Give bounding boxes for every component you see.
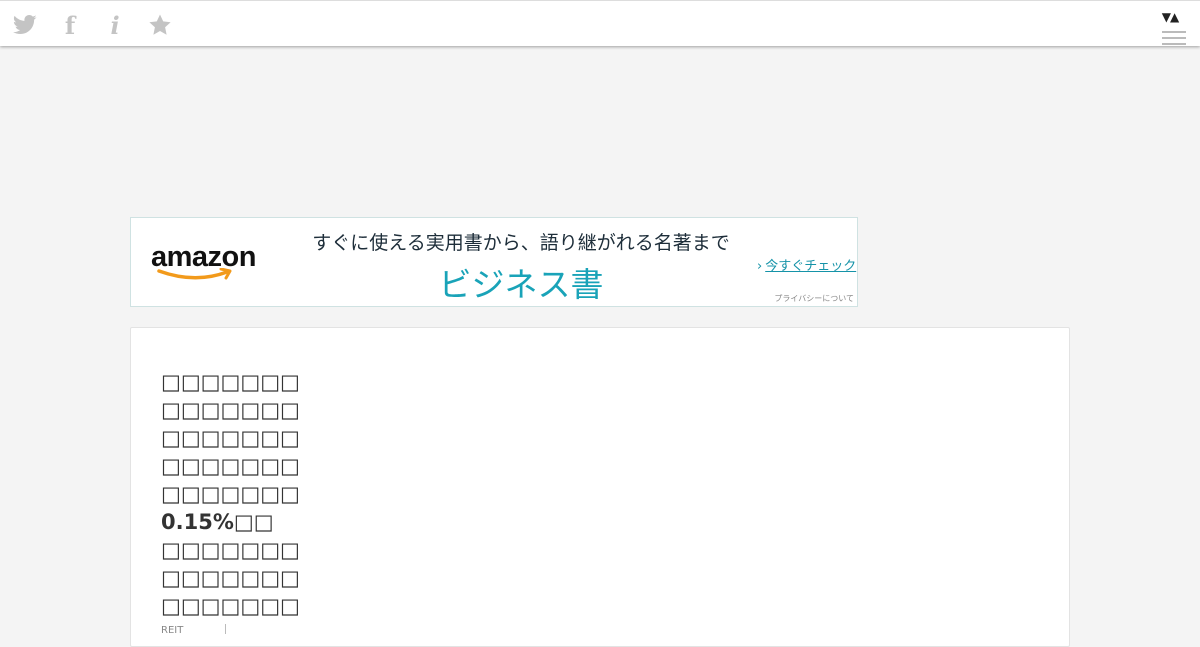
title-line: □□□□□□□ [161, 454, 300, 478]
amazon-logo: amazon [151, 242, 271, 286]
info-icon[interactable]: i [102, 11, 128, 40]
ad-category-title: ビジネス書 [438, 265, 604, 304]
ad-cta-link[interactable]: › 今すぐチェック [757, 255, 856, 274]
hamburger-menu-icon[interactable] [1162, 31, 1186, 47]
collapse-toggle-icon[interactable]: ▼▲ [1157, 11, 1183, 23]
divider [225, 624, 226, 634]
title-line: □□□□□□□ [161, 566, 300, 590]
ad-cta-label: 今すぐチェック [765, 259, 857, 274]
star-icon[interactable] [147, 12, 173, 38]
amazon-banner-ad[interactable]: amazon すぐに使える実用書から、語り継がれる名著まで ビジネス書 › 今すぐ… [130, 217, 858, 307]
ad-headline: すぐに使える実用書から、語り継がれる名著まで [312, 232, 730, 254]
article-category[interactable]: REIT [161, 625, 183, 636]
twitter-icon[interactable] [12, 12, 38, 38]
chevron-right-icon: › [757, 259, 763, 274]
title-line: □□□□□□□ [161, 594, 300, 618]
title-line: 0.15%□□ [161, 510, 274, 534]
ad-privacy-link[interactable]: プライバシーについて [774, 293, 854, 304]
amazon-smile-icon [157, 268, 232, 280]
article-title: □□□□□□□ □□□□□□□ □□□□□□□ □□□□□□□ □□□□□□□ … [161, 368, 300, 620]
title-line: □□□□□□□ [161, 538, 300, 562]
title-line: □□□□□□□ [161, 482, 300, 506]
title-line: □□□□□□□ [161, 398, 300, 422]
article-card: □□□□□□□ □□□□□□□ □□□□□□□ □□□□□□□ □□□□□□□ … [130, 327, 1070, 647]
title-line: □□□□□□□ [161, 370, 300, 394]
top-toolbar: f i ▼▲ [0, 0, 1200, 46]
facebook-icon[interactable]: f [57, 11, 83, 40]
title-line: □□□□□□□ [161, 426, 300, 450]
